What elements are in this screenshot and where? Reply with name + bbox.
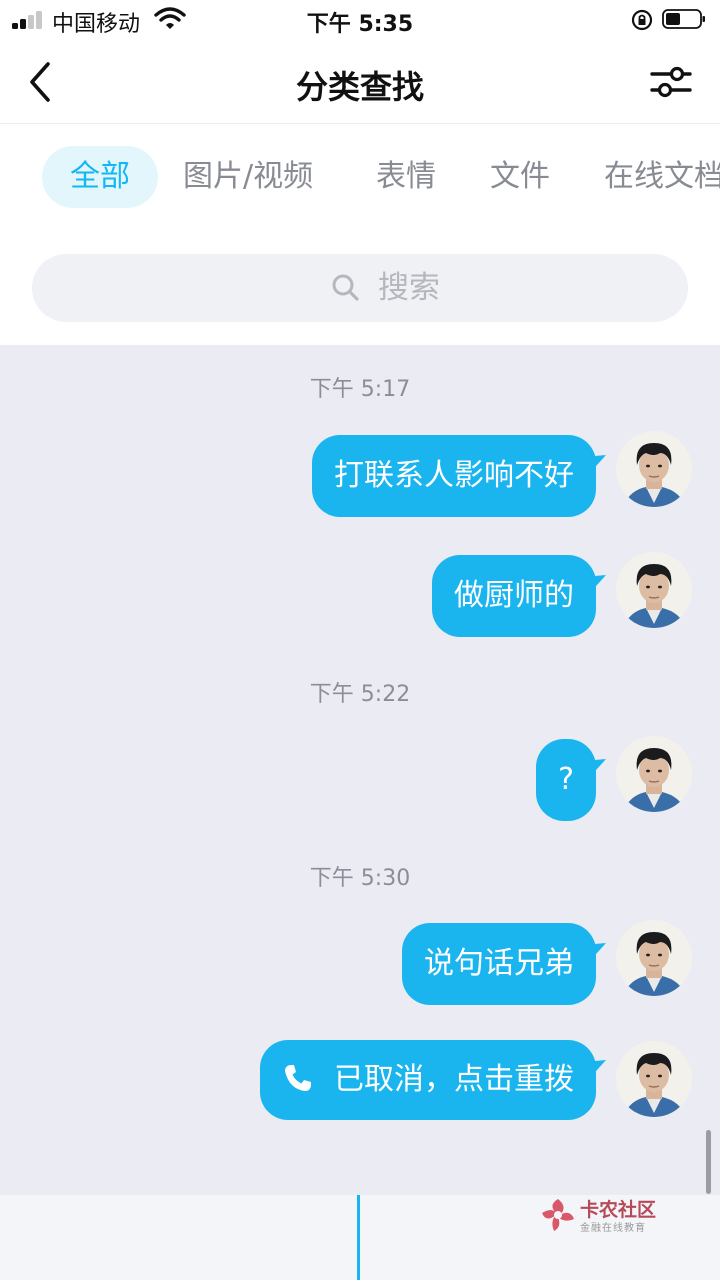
category-tabs: 全部 图片/视频 表情 文件 在线文档 <box>0 124 720 234</box>
message-text: ? <box>558 762 574 797</box>
message-text: 打联系人影响不好 <box>334 458 574 493</box>
bubble-tail <box>584 943 606 965</box>
watermark: 卡农社区 金融在线教育 <box>540 1197 670 1237</box>
scrollbar[interactable] <box>706 1130 711 1194</box>
status-bar: 中国移动 下午 5:35 <box>0 0 720 40</box>
bubble-tail <box>584 455 606 477</box>
message-text: 说句话兄弟 <box>424 946 574 981</box>
message-bubble[interactable]: 做厨师的 <box>432 555 596 637</box>
rotation-lock-icon <box>631 9 653 31</box>
tab-online-docs[interactable]: 在线文档 <box>604 146 720 208</box>
tab-images-videos[interactable]: 图片/视频 <box>183 146 313 208</box>
nav-bar: 分类查找 <box>0 40 720 124</box>
watermark-subtitle: 金融在线教育 <box>580 1223 646 1234</box>
timestamp: 下午 5:22 <box>309 682 411 707</box>
avatar[interactable] <box>616 736 692 812</box>
avatar[interactable] <box>616 920 692 996</box>
call-status-text: 已取消，点击重拨 <box>334 1062 574 1097</box>
watermark-logo-icon <box>542 1199 574 1231</box>
battery-icon <box>662 9 705 29</box>
call-record-bubble[interactable]: 已取消，点击重拨 <box>260 1040 596 1120</box>
phone-icon <box>285 1064 311 1091</box>
tab-all[interactable]: 全部 <box>42 146 158 208</box>
search-icon <box>332 274 359 301</box>
tab-stickers[interactable]: 表情 <box>376 146 436 208</box>
message-bubble[interactable]: ? <box>536 739 596 821</box>
message-text: 做厨师的 <box>454 578 574 613</box>
watermark-name: 卡农社区 <box>580 1199 657 1221</box>
avatar[interactable] <box>616 1041 692 1117</box>
search-bar[interactable] <box>32 254 688 322</box>
bubble-tail <box>584 1060 606 1082</box>
timestamp: 下午 5:30 <box>309 866 411 891</box>
chat-history: 下午 5:17 打联系人影响不好 做厨师的 下午 5:22 ? 下午 5:30 … <box>0 345 720 1195</box>
avatar[interactable] <box>616 431 692 507</box>
bottom-panel: 卡农社区 金融在线教育 <box>0 1195 720 1280</box>
page-title: 分类查找 <box>295 68 424 106</box>
filter-button[interactable] <box>648 60 694 104</box>
avatar[interactable] <box>616 552 692 628</box>
message-bubble[interactable]: 打联系人影响不好 <box>312 435 596 517</box>
tab-files[interactable]: 文件 <box>490 146 550 208</box>
divider <box>357 1195 360 1280</box>
search-input[interactable] <box>378 264 578 312</box>
bubble-tail <box>584 575 606 597</box>
bubble-tail <box>584 759 606 781</box>
message-bubble[interactable]: 说句话兄弟 <box>402 923 596 1005</box>
timestamp: 下午 5:17 <box>309 377 411 402</box>
status-time: 下午 5:35 <box>306 12 414 37</box>
